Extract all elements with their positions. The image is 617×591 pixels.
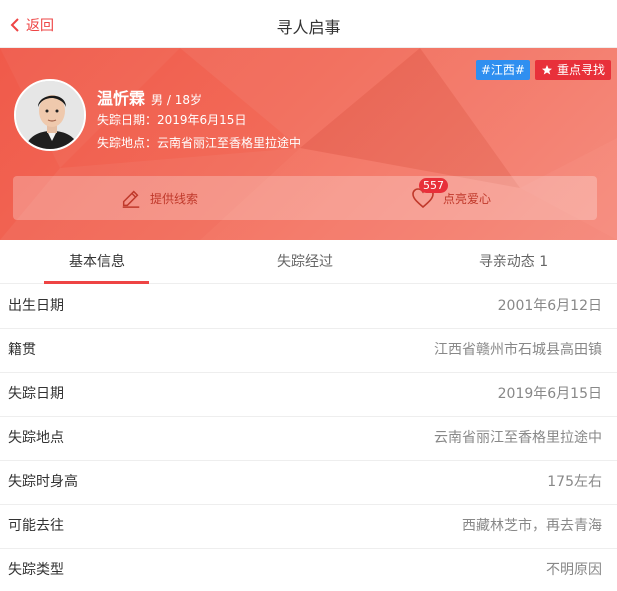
tag-group: #江西# 重点寻找	[475, 60, 611, 80]
region-tag[interactable]: #江西#	[475, 60, 530, 80]
detail-label: 失踪地点	[8, 430, 64, 446]
page-title: 寻人启事	[276, 18, 341, 37]
priority-tag-label: 重点寻找	[556, 63, 605, 77]
name-row: 温忻霖 男 / 18岁	[97, 85, 202, 109]
tab-basic-info[interactable]: 基本信息	[0, 240, 194, 284]
detail-label: 籍贯	[8, 342, 36, 358]
profile-banner: #江西# 重点寻找 温忻霖 男 / 18岁 失踪日期：2019年6月15日 失踪…	[0, 48, 617, 240]
detail-row-possible-destination: 可能去往 西藏林芝市，再去青海	[0, 505, 617, 549]
priority-tag[interactable]: 重点寻找	[534, 60, 611, 80]
love-count-badge: 557	[419, 178, 448, 193]
detail-row-missing-date: 失踪日期 2019年6月15日	[0, 373, 617, 417]
tab-search-updates[interactable]: 寻亲动态 1	[410, 240, 617, 284]
action-bar: 提供线索 点亮爱心	[13, 176, 597, 220]
detail-label: 出生日期	[8, 298, 64, 314]
star-icon	[541, 65, 552, 75]
detail-label: 失踪类型	[8, 562, 64, 578]
detail-row-missing-place: 失踪地点 云南省丽江至香格里拉途中	[0, 417, 617, 461]
person-name: 温忻霖	[97, 89, 146, 108]
gender-age: 男 / 18岁	[151, 93, 202, 107]
detail-row-hometown: 籍贯 江西省赣州市石城县高田镇	[0, 329, 617, 373]
detail-row-birth-date: 出生日期 2001年6月12日	[0, 285, 617, 329]
missing-date-line: 失踪日期：2019年6月15日	[97, 113, 247, 127]
detail-label: 失踪时身高	[8, 474, 78, 490]
avatar	[14, 79, 86, 151]
detail-label: 失踪日期	[8, 386, 64, 402]
detail-row-height: 失踪时身高 175左右	[0, 461, 617, 505]
tab-missing-story[interactable]: 失踪经过	[205, 240, 405, 284]
detail-label: 可能去往	[8, 518, 64, 534]
detail-value: 江西省赣州市石城县高田镇	[434, 342, 602, 358]
detail-value: 西藏林芝市，再去青海	[462, 518, 602, 534]
light-love-label: 点亮爱心	[443, 191, 492, 206]
detail-value: 2019年6月15日	[497, 386, 602, 402]
detail-value: 不明原因	[546, 562, 602, 578]
top-bar: 返回 寻人启事	[0, 0, 617, 48]
detail-list: 出生日期 2001年6月12日 籍贯 江西省赣州市石城县高田镇 失踪日期 201…	[0, 285, 617, 591]
detail-value: 2001年6月12日	[497, 298, 602, 314]
provide-clue-label: 提供线索	[150, 191, 199, 206]
tab-bar: 基本信息 失踪经过 寻亲动态 1	[0, 240, 617, 284]
missing-place-line: 失踪地点：云南省丽江至香格里拉途中	[97, 136, 302, 150]
detail-row-missing-type: 失踪类型 不明原因	[0, 549, 617, 591]
pencil-icon	[122, 190, 140, 208]
active-tab-indicator	[44, 281, 149, 284]
provide-clue-button[interactable]: 提供线索	[120, 176, 198, 220]
detail-value: 云南省丽江至香格里拉途中	[434, 430, 602, 446]
detail-value: 175左右	[547, 474, 602, 490]
